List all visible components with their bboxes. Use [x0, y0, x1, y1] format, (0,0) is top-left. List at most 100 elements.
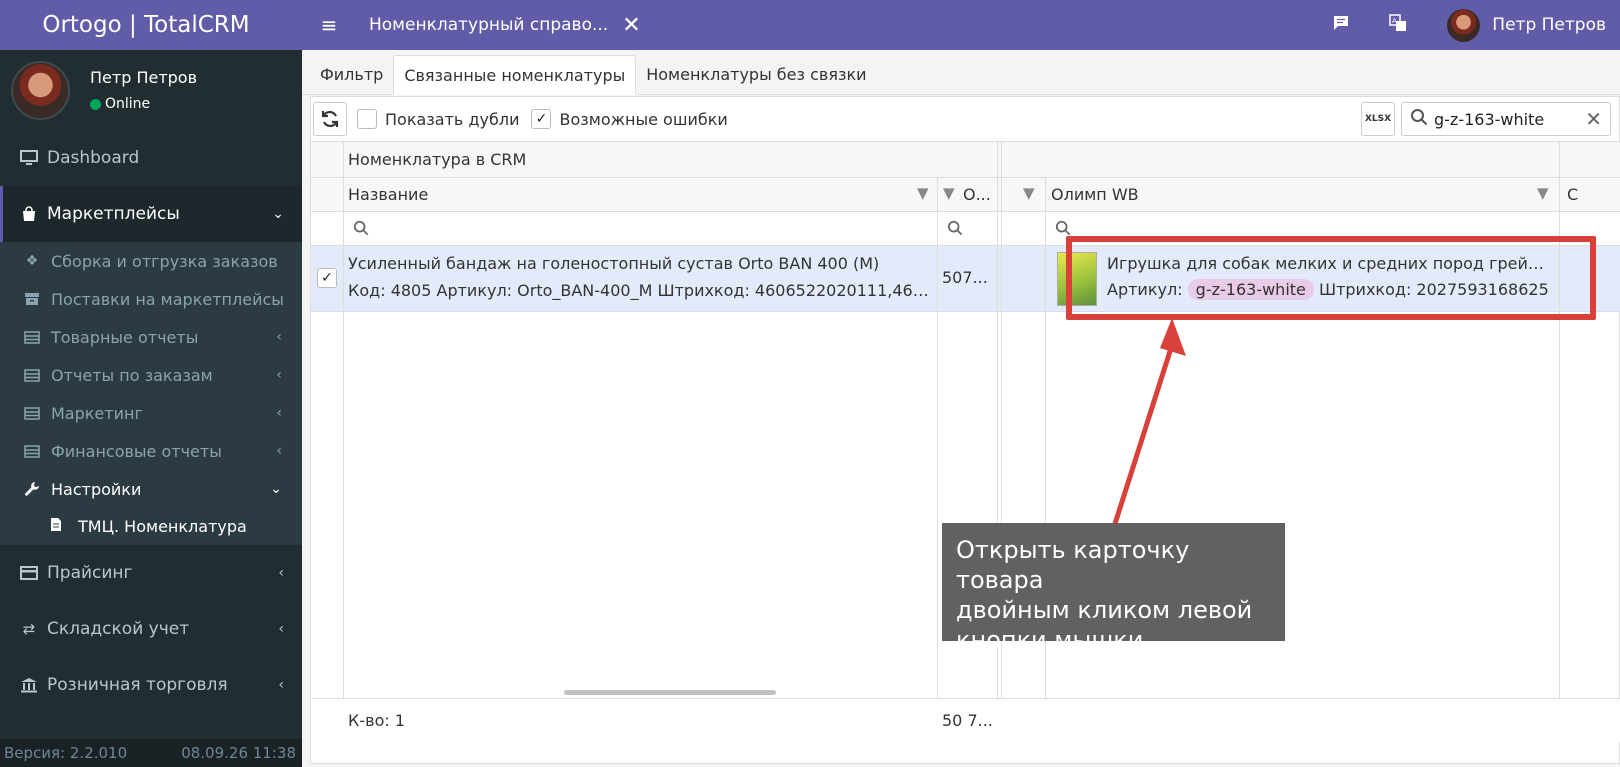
column-divider — [343, 142, 344, 698]
filter-icon[interactable]: ▼ — [943, 184, 955, 202]
grid-panel: Показать дубли ✓ Возможные ошибки XLSX g… — [310, 96, 1620, 764]
sidebar-item-nomenclature[interactable]: ТМЦ. Номенклатура — [0, 508, 302, 545]
sidebar-item-settings[interactable]: Настройки ⌄ — [0, 470, 302, 508]
search-input[interactable]: g-z-163-white ✕ — [1401, 102, 1611, 136]
sidebar-footer: Версия: 2.2.010 08.09.26 11:38 — [0, 739, 302, 767]
grid-footer: К-во: 1 50 7... — [311, 698, 1620, 742]
document-tab[interactable]: Номенклатурный справо... ✕ — [369, 13, 641, 38]
user-name: Петр Петров — [90, 68, 198, 87]
sidebar-item-marketing[interactable]: Маркетинг ‹ — [0, 394, 302, 432]
main-content: Фильтр Связанные номенклатуры Номенклату… — [302, 50, 1620, 767]
shopping-bag-icon — [19, 206, 39, 222]
document-tab-title: Номенклатурный справо... — [369, 15, 609, 35]
chevron-left-icon: ‹ — [276, 443, 282, 459]
chat-icon[interactable] — [1333, 15, 1349, 35]
sidebar-item-supplies[interactable]: Поставки на маркетплейсы — [0, 280, 302, 318]
group-header-row: Номенклатура в CRM — [311, 142, 1620, 178]
column-divider — [1559, 142, 1560, 698]
chevron-left-icon: ‹ — [276, 367, 282, 383]
tab-strip: Фильтр Связанные номенклатуры Номенклату… — [302, 50, 1620, 95]
row-count: К-во: 1 — [348, 711, 406, 730]
chevron-left-icon: ‹ — [276, 329, 282, 345]
data-grid: Номенклатура в CRM Название ▼ ▼ О... ▼ О… — [311, 141, 1620, 765]
refresh-icon — [321, 110, 339, 128]
tab-filter[interactable]: Фильтр — [310, 54, 393, 94]
file-icon — [50, 517, 66, 536]
avatar — [11, 60, 70, 120]
clear-search-icon[interactable]: ✕ — [1585, 107, 1602, 131]
possible-errors-label: Возможные ошибки — [559, 109, 728, 129]
search-icon — [1410, 108, 1428, 131]
crm-item-details: Код: 4805 Артикул: Orto_BAN-400_M Штрихк… — [348, 281, 936, 300]
version-label: Версия: 2.2.010 — [4, 744, 128, 762]
credit-card-icon — [19, 566, 39, 580]
sidebar-item-product-reports[interactable]: Товарные отчеты ‹ — [0, 318, 302, 356]
column-divider — [937, 178, 938, 698]
sidebar-item-orders-assembly[interactable]: ❖ Сборка и отгрузка заказов — [0, 242, 302, 280]
datetime-label: 08.09.26 11:38 — [181, 744, 296, 762]
user-status: Online — [90, 96, 197, 112]
search-icon[interactable] — [353, 220, 369, 240]
chevron-left-icon: ‹ — [278, 621, 284, 637]
chevron-left-icon: ‹ — [276, 405, 282, 421]
annotation-tooltip: Открыть карточку товара двойным кликом л… — [942, 523, 1285, 654]
sidebar-item-warehouse[interactable]: ⇄ Складской учет ‹ — [0, 601, 302, 657]
top-user-name[interactable]: Петр Петров — [1492, 15, 1606, 35]
chevron-down-icon: ⌄ — [270, 481, 282, 497]
horizontal-scrollbar[interactable] — [564, 690, 776, 695]
chevron-left-icon: ‹ — [278, 677, 284, 693]
sidebar-item-pricing[interactable]: Прайсинг ‹ — [0, 545, 302, 601]
brand-logo[interactable]: Ortogo | TotalCRM — [0, 0, 302, 50]
column-header-row: Название ▼ ▼ О... ▼ Олимп WB ▼ С — [311, 178, 1620, 212]
monitor-icon — [19, 150, 39, 166]
column-header-c[interactable]: С — [1567, 185, 1578, 204]
possible-errors-checkbox[interactable]: ✓ — [531, 109, 552, 129]
filter-icon[interactable]: ▼ — [1023, 184, 1035, 202]
topbar: ≡ Номенклатурный справо... ✕ A Петр Петр… — [302, 0, 1620, 50]
search-value: g-z-163-white — [1434, 109, 1545, 129]
dropbox-icon: ❖ — [25, 253, 39, 269]
menu-toggle-icon[interactable]: ≡ — [304, 13, 354, 37]
marketplaces-submenu: ❖ Сборка и отгрузка заказов Поставки на … — [0, 242, 302, 545]
svg-text:A: A — [1392, 17, 1397, 25]
sidebar-item-order-reports[interactable]: Отчеты по заказам ‹ — [0, 356, 302, 394]
bank-icon — [19, 677, 39, 693]
user-panel: Петр Петров Online — [0, 50, 302, 130]
show-duplicates-checkbox[interactable] — [357, 109, 377, 129]
highlight-box — [1066, 236, 1596, 320]
translate-icon[interactable]: A — [1389, 14, 1407, 36]
tab-unlinked-nomenclatures[interactable]: Номенклатуры без связки — [636, 54, 876, 94]
crm-item-title: Усиленный бандаж на голеностопный сустав… — [348, 254, 880, 273]
grid-toolbar: Показать дубли ✓ Возможные ошибки XLSX g… — [311, 97, 1619, 141]
tab-linked-nomenclatures[interactable]: Связанные номенклатуры — [393, 55, 637, 95]
exchange-icon: ⇄ — [22, 620, 36, 638]
export-xlsx-button[interactable]: XLSX — [1361, 102, 1395, 136]
chevron-left-icon: ‹ — [278, 565, 284, 581]
refresh-button[interactable] — [313, 102, 347, 136]
table-icon — [22, 368, 42, 382]
sidebar-item-dashboard[interactable]: Dashboard — [0, 130, 302, 186]
group-header-crm: Номенклатура в CRM — [348, 150, 527, 169]
online-dot-icon — [90, 98, 101, 110]
filter-icon[interactable]: ▼ — [1537, 184, 1549, 202]
avatar[interactable] — [1447, 8, 1481, 42]
row-select-checkbox[interactable]: ✓ — [317, 268, 337, 288]
show-duplicates-label: Показать дубли — [385, 109, 520, 129]
footer-sum: 50 7... — [942, 711, 993, 730]
sidebar: Ortogo | TotalCRM Петр Петров Online Das… — [0, 0, 302, 767]
close-tab-icon[interactable]: ✕ — [622, 13, 640, 38]
table-icon — [22, 406, 42, 420]
archive-icon — [22, 292, 42, 306]
sidebar-item-marketplaces[interactable]: Маркетплейсы ⌄ — [0, 186, 302, 242]
column-header-olimp-wb[interactable]: Олимп WB — [1051, 185, 1139, 204]
wrench-icon — [22, 481, 42, 497]
sidebar-item-financial-reports[interactable]: Финансовые отчеты ‹ — [0, 432, 302, 470]
sidebar-item-retail[interactable]: Розничная торговля ‹ — [0, 657, 302, 713]
filter-icon[interactable]: ▼ — [917, 184, 929, 202]
column-header-o[interactable]: О... — [963, 185, 991, 204]
search-icon[interactable] — [947, 220, 963, 240]
chevron-down-icon: ⌄ — [272, 206, 284, 222]
column-header-name[interactable]: Название — [348, 185, 428, 204]
table-icon — [22, 444, 42, 458]
table-icon — [22, 330, 42, 344]
